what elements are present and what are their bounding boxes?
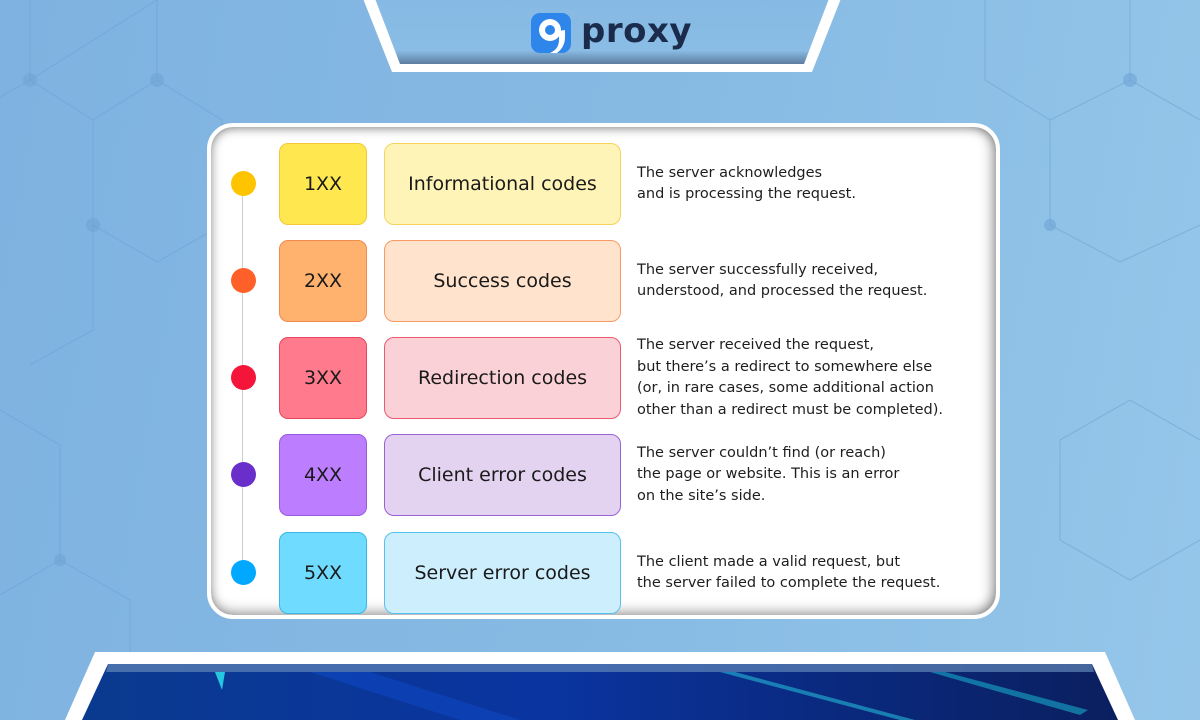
brand-logo: proxy	[531, 11, 693, 53]
status-row-1xx: 1XX Informational codes The server acknowl…	[211, 143, 996, 225]
9proxy-logo-icon	[531, 13, 571, 53]
description-line: (or, in rare cases, some additional acti…	[637, 380, 934, 396]
status-code-badge: 5XX	[279, 532, 367, 614]
description-line: understood, and processed the request.	[637, 283, 928, 299]
description-line: and is processing the request.	[637, 186, 856, 202]
timeline-dot	[231, 365, 256, 390]
status-description: The server successfully received, underst…	[637, 240, 977, 322]
status-row-4xx: 4XX Client error codes The server couldn’t…	[211, 434, 996, 516]
status-description: The server couldn’t find (or reach) the p…	[637, 434, 977, 516]
status-row-3xx: 3XX Redirection codes The server received …	[211, 337, 996, 419]
status-class-name: Client error codes	[384, 434, 621, 516]
status-code-badge: 3XX	[279, 337, 367, 419]
timeline-dot	[231, 268, 256, 293]
status-description: The client made a valid request, but the …	[637, 532, 977, 614]
description-line: The server acknowledges	[637, 164, 823, 181]
description-line: The server successfully received,	[637, 261, 879, 278]
status-class-name: Redirection codes	[384, 337, 621, 419]
status-code-badge: 2XX	[279, 240, 367, 322]
status-codes-card: 1XX Informational codes The server acknowl…	[207, 123, 1000, 619]
status-code-badge: 1XX	[279, 143, 367, 225]
description-line: The client made a valid request, but	[637, 553, 901, 570]
status-row-2xx: 2XX Success codes The server successfully …	[211, 240, 996, 322]
status-description: The server received the request, but ther…	[637, 337, 977, 419]
status-code-badge: 4XX	[279, 434, 367, 516]
description-line: on the site’s side.	[637, 487, 766, 504]
description-line: the page or website. This is an error	[637, 466, 900, 483]
timeline-dot	[231, 560, 256, 585]
status-class-name: Informational codes	[384, 143, 621, 225]
status-class-name: Server error codes	[384, 532, 621, 614]
description-line: but there’s a redirect to somewhere else	[637, 358, 933, 375]
description-line: The server received the request,	[637, 337, 875, 353]
description-line: other than a redirect must be completed)…	[637, 401, 944, 418]
timeline-dot	[231, 171, 256, 196]
brand-name: proxy	[581, 11, 693, 51]
description-line: The server couldn’t find (or reach)	[637, 444, 886, 461]
status-row-5xx: 5XX Server error codes The client made a v…	[211, 532, 996, 614]
timeline-dot	[231, 462, 256, 487]
status-class-name: Success codes	[384, 240, 621, 322]
status-description: The server acknowledges and is processing…	[637, 143, 977, 225]
description-line: the server failed to complete the reques…	[637, 575, 941, 591]
bottom-trapezoid-frame	[65, 652, 1135, 720]
